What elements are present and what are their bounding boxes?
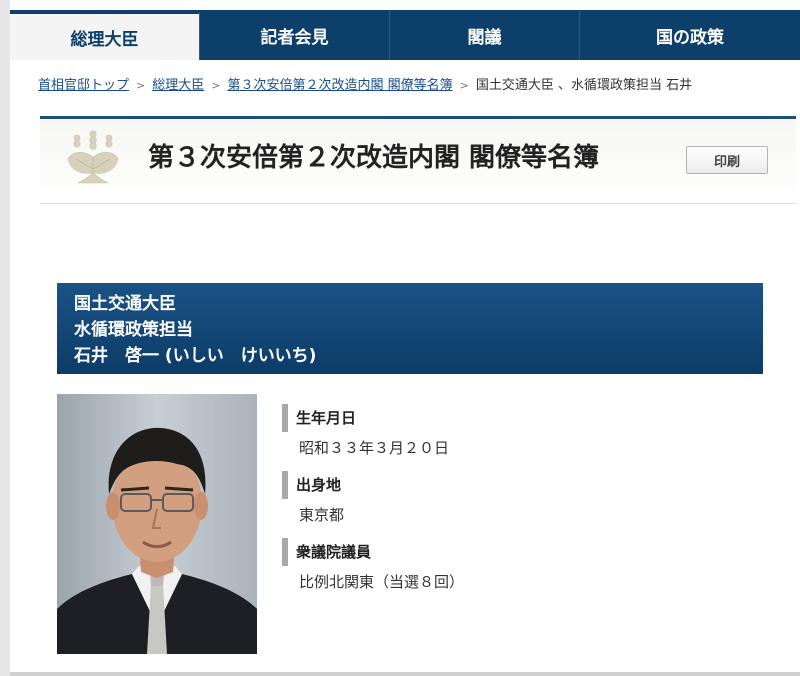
minister-post-primary: 国土交通大臣 — [74, 294, 176, 314]
minister-portrait — [57, 394, 257, 654]
paulownia-crest-icon — [67, 130, 119, 184]
birthplace-label: 出身地 — [282, 471, 762, 499]
print-button[interactable]: 印刷 — [686, 146, 768, 174]
global-nav: 総理大臣 記者会見 閣議 国の政策 — [10, 10, 800, 60]
breadcrumb-link-prime-minister[interactable]: 総理大臣 — [152, 78, 204, 93]
nav-item-press-conference[interactable]: 記者会見 — [200, 10, 390, 60]
breadcrumb: 首相官邸トップ > 総理大臣 > 第３次安倍第２次改造内閣 閣僚等名簿 > 国土交通大臣 、… — [38, 74, 800, 93]
profile-field-birthdate: 生年月日 昭和３３年３月２０日 — [282, 404, 762, 459]
minister-header: 国土交通大臣 水循環政策担当 石井 啓一 (いしい けいいち) — [57, 283, 763, 374]
breadcrumb-separator: > — [459, 79, 469, 92]
breadcrumb-current: 国土交通大臣 、水循環政策担当 石井 — [475, 78, 693, 93]
minister-name: 石井 啓一 (いしい けいいち) — [74, 346, 317, 366]
page: 総理大臣 記者会見 閣議 国の政策 首相官邸トップ > 総理大臣 > 第３次安倍第２次改… — [0, 0, 800, 676]
nav-item-cabinet-meeting[interactable]: 閣議 — [390, 10, 580, 60]
minister-post-secondary: 水循環政策担当 — [74, 320, 193, 340]
birthdate-value: 昭和３３年３月２０日 — [299, 439, 450, 457]
breadcrumb-separator: > — [211, 79, 221, 92]
profile-details: 生年月日 昭和３３年３月２０日 出身地 東京都 衆議院議員 比例北関東（当選８回… — [282, 404, 762, 605]
breadcrumb-separator: > — [136, 79, 146, 92]
page-title: 第３次安倍第２次改造内閣 閣僚等名簿 — [148, 143, 600, 173]
breadcrumb-link-cabinet-list[interactable]: 第３次安倍第２次改造内閣 閣僚等名簿 — [227, 78, 452, 93]
house-value: 比例北関東（当選８回） — [299, 573, 465, 591]
profile-field-birthplace: 出身地 東京都 — [282, 471, 762, 526]
profile-field-house: 衆議院議員 比例北関東（当選８回） — [282, 538, 762, 593]
birthplace-value: 東京都 — [299, 506, 345, 524]
house-label: 衆議院議員 — [282, 538, 762, 566]
nav-item-national-policy[interactable]: 国の政策 — [580, 10, 800, 60]
bottom-edge — [10, 672, 800, 676]
title-box: 第３次安倍第２次改造内閣 閣僚等名簿 印刷 — [40, 116, 796, 203]
birthdate-label: 生年月日 — [282, 404, 762, 432]
nav-item-prime-minister[interactable]: 総理大臣 — [10, 10, 200, 60]
breadcrumb-link-top[interactable]: 首相官邸トップ — [38, 78, 129, 93]
